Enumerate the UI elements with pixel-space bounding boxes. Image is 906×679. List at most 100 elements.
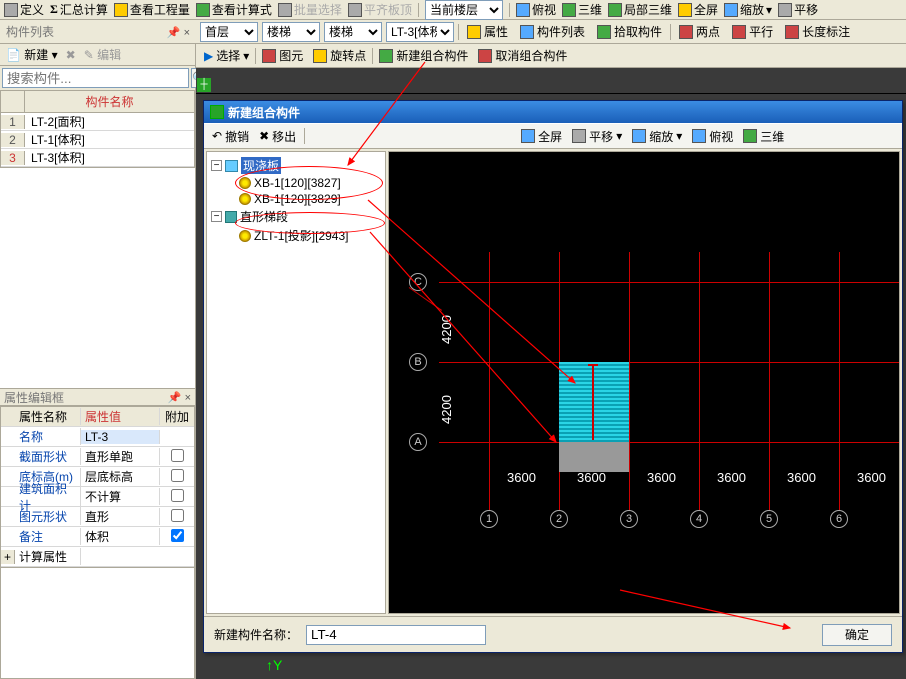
- tb-top-view[interactable]: 俯视: [516, 1, 556, 18]
- grid-header-name: 构件名称: [25, 91, 194, 112]
- dimension-text: 3600: [857, 470, 886, 485]
- prop-hdr-extra: 附加: [160, 408, 194, 425]
- btn-component-list[interactable]: 构件列表: [516, 22, 589, 42]
- axis-label: 5: [760, 510, 778, 528]
- dialog-canvas[interactable]: A B C 1 2 3 4 5 6 3600 3600 3600 3600 36…: [388, 151, 900, 614]
- tb-level-slab[interactable]: 平齐板顶: [348, 1, 412, 18]
- axis-y-indicator: ↑Y: [266, 657, 282, 673]
- cube-icon: [562, 3, 576, 17]
- btn-properties[interactable]: 属性: [463, 22, 512, 42]
- dlg-topview[interactable]: 俯视: [688, 126, 737, 146]
- btn-rotate-point[interactable]: 旋转点: [309, 46, 370, 66]
- prop-row[interactable]: 备注 体积: [1, 527, 194, 547]
- dlg-fullscreen[interactable]: 全屏: [517, 126, 566, 146]
- prop-row[interactable]: 截面形状 直形单跑: [1, 447, 194, 467]
- prop-row[interactable]: + 计算属性: [1, 547, 194, 567]
- level-icon: [348, 3, 362, 17]
- prop-row[interactable]: 名称 LT-3: [1, 427, 194, 447]
- dialog-title-text: 新建组合构件: [228, 104, 300, 121]
- twopoint-icon: [679, 25, 693, 39]
- level-combo[interactable]: 首层: [200, 22, 258, 42]
- dialog-titlebar[interactable]: 新建组合构件: [204, 101, 902, 123]
- close-prop-icon[interactable]: ×: [185, 392, 191, 404]
- prop-checkbox[interactable]: [171, 489, 184, 502]
- new-combined-dialog: 新建组合构件 ↶ 撤销 ✖ 移出 全屏 平移 ▾ 缩放 ▾ 俯视 三维 − 现浇…: [203, 100, 903, 653]
- dlg-zoom[interactable]: 缩放 ▾: [628, 126, 686, 146]
- btn-parallel[interactable]: 平行: [728, 22, 777, 42]
- tb-define[interactable]: 定义: [4, 1, 44, 18]
- slab-element[interactable]: [559, 362, 629, 442]
- table-row[interactable]: 2 LT-1[体积]: [1, 131, 194, 149]
- subcategory-combo[interactable]: 楼梯: [324, 22, 382, 42]
- pin-icon[interactable]: 📌: [167, 27, 181, 39]
- tree-node-stair[interactable]: − 直形梯段: [209, 207, 383, 226]
- floor-combo[interactable]: 当前楼层: [425, 0, 503, 20]
- dlg-3d[interactable]: 三维: [739, 126, 788, 146]
- btn-pick-component[interactable]: 拾取构件: [593, 22, 666, 42]
- gear-icon: [239, 193, 251, 205]
- prop-checkbox[interactable]: [171, 529, 184, 542]
- define-icon: [4, 3, 18, 17]
- background-canvas[interactable]: ┼: [196, 68, 906, 94]
- prop-checkbox[interactable]: [171, 469, 184, 482]
- tb-view-expr[interactable]: 查看计算式: [196, 1, 272, 18]
- tree-node-slab[interactable]: − 现浇板: [209, 156, 383, 175]
- btn-new-combined[interactable]: 新建组合构件: [375, 46, 472, 66]
- tb-batch-select[interactable]: 批量选择: [278, 1, 342, 18]
- prop-row[interactable]: 建筑面积计 不计算: [1, 487, 194, 507]
- pick-icon: [597, 25, 611, 39]
- tree-node-xb2[interactable]: XB-1[120][3829]: [209, 191, 383, 207]
- dlg-remove[interactable]: ✖ 移出: [255, 126, 300, 146]
- edit-button[interactable]: ✎ 编辑: [84, 46, 121, 63]
- collapse-icon[interactable]: −: [211, 160, 222, 171]
- delete-icon[interactable]: ✖: [66, 48, 76, 62]
- prop-hdr-value: 属性值: [81, 408, 160, 425]
- stair-element[interactable]: [559, 442, 629, 472]
- pin-icon[interactable]: 📌: [168, 392, 182, 404]
- tb-view-qty[interactable]: 查看工程量: [114, 1, 190, 18]
- search-input[interactable]: [2, 68, 189, 88]
- tree-node-xb1[interactable]: XB-1[120][3827]: [209, 175, 383, 191]
- new-name-input[interactable]: [306, 625, 486, 645]
- btn-two-points[interactable]: 两点: [675, 22, 724, 42]
- category-combo[interactable]: 楼梯: [262, 22, 320, 42]
- cube-icon: [743, 129, 757, 143]
- stair-icon: [225, 211, 237, 223]
- dialog-tree[interactable]: − 现浇板 XB-1[120][3827] XB-1[120][3829] − …: [206, 151, 386, 614]
- canvas-origin-marker: ┼: [197, 78, 211, 92]
- zoom-icon: [632, 129, 646, 143]
- tb-zoom[interactable]: 缩放 ▾: [724, 1, 772, 18]
- tb-local-3d[interactable]: 局部三维: [608, 1, 672, 18]
- topview-icon: [516, 3, 530, 17]
- btn-element[interactable]: 图元: [258, 46, 307, 66]
- prop-row[interactable]: 图元形状 直形: [1, 507, 194, 527]
- table-row[interactable]: 1 LT-2[面积]: [1, 113, 194, 131]
- new-component-button[interactable]: 📄 新建 ▾: [6, 46, 58, 63]
- tb-pan[interactable]: 平移: [778, 1, 818, 18]
- axis-label: C: [409, 273, 427, 291]
- axis-label: 2: [550, 510, 568, 528]
- prop-checkbox[interactable]: [171, 449, 184, 462]
- dlg-undo[interactable]: ↶ 撤销: [208, 126, 253, 146]
- dialog-toolbar: ↶ 撤销 ✖ 移出 全屏 平移 ▾ 缩放 ▾ 俯视 三维: [204, 123, 902, 149]
- btn-cancel-combined[interactable]: 取消组合构件: [474, 46, 571, 66]
- tb-fullscreen[interactable]: 全屏: [678, 1, 718, 18]
- tb-calc[interactable]: Σ汇总计算: [50, 1, 108, 18]
- axis-label: 3: [620, 510, 638, 528]
- close-panel-icon[interactable]: ×: [184, 27, 190, 39]
- btn-length-dim[interactable]: 长度标注: [781, 22, 854, 42]
- axis-label: 4: [690, 510, 708, 528]
- btn-select[interactable]: ▶ 选择 ▾: [200, 46, 253, 66]
- prop-checkbox[interactable]: [171, 509, 184, 522]
- cancelcombine-icon: [478, 49, 492, 63]
- main-toolbar: 定义 Σ汇总计算 查看工程量 查看计算式 批量选择 平齐板顶 当前楼层 俯视 三…: [0, 0, 906, 20]
- component-combo[interactable]: LT-3[体积: [386, 22, 454, 42]
- ok-button[interactable]: 确定: [822, 624, 892, 646]
- axis-label: 1: [480, 510, 498, 528]
- tree-node-zlt[interactable]: ZLT-1[投影][2943]: [209, 226, 383, 245]
- component-list-title: 构件列表 📌 ×: [0, 20, 196, 43]
- tb-3d[interactable]: 三维: [562, 1, 602, 18]
- table-row[interactable]: 3 LT-3[体积]: [1, 149, 194, 167]
- dlg-pan[interactable]: 平移 ▾: [568, 126, 626, 146]
- collapse-icon[interactable]: −: [211, 211, 222, 222]
